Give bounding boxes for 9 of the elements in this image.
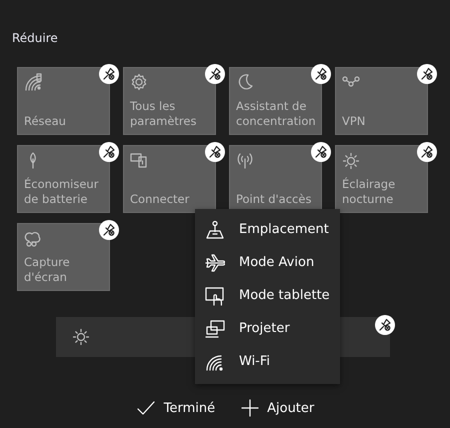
- tile-label: Éclairage nocturne: [342, 177, 396, 207]
- tile-label: Réseau: [24, 114, 67, 129]
- tile-label: Assistant de concentration: [236, 99, 315, 129]
- tile-label: Capture d'écran: [24, 255, 71, 285]
- tile-label: Point d'accès: [236, 192, 312, 207]
- tile-label: Économiseur de batterie: [24, 177, 100, 207]
- tile-label: Connecter: [130, 192, 190, 207]
- tile-label: VPN: [342, 114, 366, 129]
- tile-label: Tous les paramètres: [130, 99, 198, 129]
